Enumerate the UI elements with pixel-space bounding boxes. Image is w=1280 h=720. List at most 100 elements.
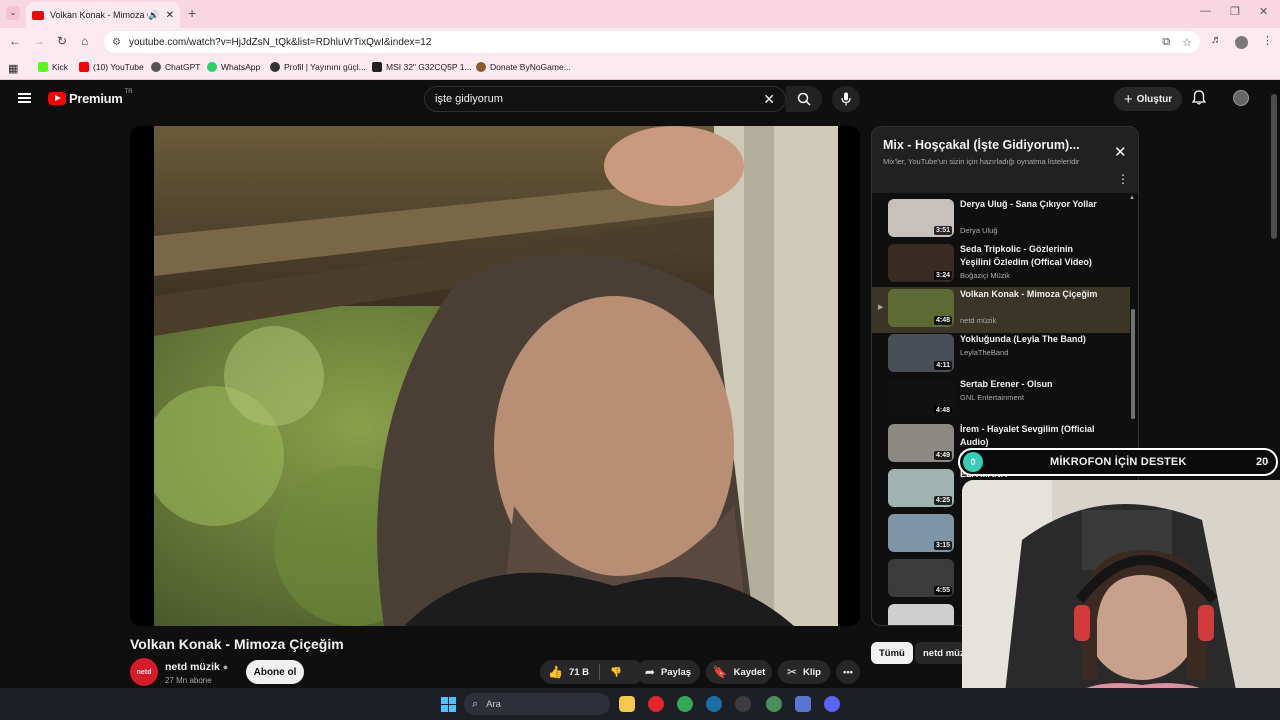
playlist-item-channel: GNL Entertainment [960, 393, 1024, 402]
playlist-thumbnail[interactable]: 3:24 [888, 244, 954, 282]
minimize-icon[interactable]: — [1200, 5, 1211, 17]
playlist-thumbnail[interactable]: 4:11 [888, 334, 954, 372]
bookmark-item[interactable]: Kick [38, 62, 68, 72]
playlist-item-title[interactable]: Sertab Erener - Olsun [960, 378, 1100, 391]
taskbar-chrome-active-icon[interactable] [766, 696, 782, 712]
speaker-icon[interactable]: 🔊 [148, 10, 159, 21]
apps-grid-icon[interactable]: ▦ [8, 62, 18, 75]
taskbar-steam-icon[interactable] [706, 696, 722, 712]
like-button[interactable]: 👍 71 B [548, 665, 589, 679]
playlist-item-channel: Derya Uluğ [960, 226, 998, 235]
taskbar-discord-icon[interactable] [824, 696, 840, 712]
reload-icon[interactable]: ↻ [57, 34, 67, 48]
playlist-thumbnail[interactable]: 4:55 [888, 559, 954, 597]
playlist-thumbnail[interactable]: 4:49 [888, 424, 954, 462]
close-playlist-icon[interactable]: ✕ [1114, 143, 1127, 161]
restore-icon[interactable]: ❐ [1230, 5, 1240, 18]
share-icon: ➦ [644, 665, 655, 679]
duration-badge: 4:25 [933, 496, 952, 505]
playlist-item[interactable]: 3:24 Seda Tripkolic - Gözlerinin Yeşilini… [872, 242, 1130, 288]
account-avatar[interactable] [1233, 90, 1249, 106]
msi-icon [372, 62, 382, 72]
bookmark-star-icon[interactable]: ☆ [1182, 36, 1192, 49]
video-still [154, 126, 838, 626]
video-frame[interactable] [154, 126, 838, 626]
close-window-icon[interactable]: ✕ [1259, 5, 1268, 18]
install-icon[interactable]: ⧉ [1162, 36, 1170, 49]
playlist-thumbnail[interactable]: 4:48 [888, 289, 954, 327]
donation-goal-banner: 0 MİKROFON İÇİN DESTEK 20 [958, 448, 1278, 476]
taskbar-obs-icon[interactable] [735, 696, 751, 712]
playlist-thumbnail[interactable]: 4:25 [888, 469, 954, 507]
tab-search-icon[interactable]: ⌄ [6, 6, 20, 20]
search-icon [797, 92, 811, 106]
playlist-item[interactable]: 3:51 Derya Uluğ - Sana Çıkıyor Yollar Dery… [872, 197, 1130, 243]
bookmarks-bar: ▦ Kick (10) YouTube ChatGPT WhatsApp Pro… [0, 56, 1280, 80]
dislike-button[interactable]: 👎 [610, 667, 622, 678]
playlist-item[interactable]: 4:48 Sertab Erener - Olsun GNL Entertainme… [872, 377, 1130, 423]
subscribe-button[interactable]: Abone ol [246, 660, 304, 684]
create-button[interactable]: + Oluştur [1114, 87, 1182, 111]
youtube-logo[interactable]: Premium TR [48, 89, 133, 106]
browser-menu-icon[interactable]: ⋮ [1262, 34, 1273, 47]
playlist-item[interactable]: ▶ 4:48 Volkan Konak - Mimoza Çiçeğim netd m… [872, 287, 1130, 333]
video-player[interactable] [130, 126, 860, 626]
playlist-thumbnail[interactable] [888, 604, 954, 625]
taskbar-opera-icon[interactable] [648, 696, 664, 712]
voice-search-button[interactable] [832, 86, 860, 112]
duration-badge: 4:48 [933, 406, 952, 415]
youtube-icon [79, 62, 89, 72]
close-tab-icon[interactable]: ✕ [166, 10, 174, 21]
channel-name[interactable]: netd müzik ● [165, 661, 228, 673]
back-icon[interactable]: ← [9, 34, 21, 48]
duration-badge: 4:49 [933, 451, 952, 460]
address-bar[interactable]: ⚙ youtube.com/watch?v=HjJdZsN_tQk&list=R… [104, 31, 1200, 53]
menu-icon[interactable] [18, 93, 31, 103]
bookmark-item[interactable]: MSI 32" G32CQ5P 1... [372, 62, 472, 72]
taskbar-explorer-icon[interactable] [619, 696, 635, 712]
playlist-item-title[interactable]: İrem - Hayalet Sevgilim (Official Audio) [960, 423, 1100, 449]
tab-title: Volkan Konak - Mimoza Çiç [50, 10, 148, 20]
channel-avatar[interactable]: netd [130, 658, 158, 686]
playlist-scrollbar[interactable] [1131, 309, 1135, 419]
playlist-menu-icon[interactable]: ⋮ [1117, 172, 1129, 186]
new-tab-icon[interactable]: + [188, 5, 196, 21]
taskbar-app-blue-icon[interactable] [795, 696, 811, 712]
start-icon[interactable] [441, 697, 456, 712]
taskbar-chrome-icon[interactable] [677, 696, 693, 712]
home-icon[interactable]: ⌂ [81, 34, 88, 48]
windows-taskbar: ⌕ Ara [0, 688, 1280, 720]
save-button[interactable]: 🔖 Kaydet [706, 660, 772, 684]
playlist-item-title[interactable]: Derya Uluğ - Sana Çıkıyor Yollar [960, 198, 1100, 211]
media-control-icon[interactable]: ♬ [1211, 34, 1222, 46]
chatgpt-icon [151, 62, 161, 72]
playlist-title[interactable]: Mix - Hoşçakal (İşte Gidiyorum)... [883, 138, 1080, 152]
search-button[interactable] [786, 86, 822, 112]
bookmark-item[interactable]: (10) YouTube [79, 62, 144, 72]
more-actions-button[interactable]: ••• [836, 660, 860, 684]
kick-icon [38, 62, 48, 72]
profile-avatar[interactable] [1235, 36, 1248, 49]
bookmark-item[interactable]: Profil | Yayınını güçl... [270, 62, 366, 72]
bookmark-item[interactable]: WhatsApp [207, 62, 260, 72]
share-button[interactable]: ➦ Paylaş [636, 660, 700, 684]
playlist-thumbnail[interactable]: 3:15 [888, 514, 954, 552]
site-info-icon[interactable]: ⚙ [112, 37, 121, 48]
notifications-icon[interactable] [1191, 90, 1207, 108]
playlist-item[interactable]: 4:11 Yokluğunda (Leyla The Band) LeylaTheB… [872, 332, 1130, 378]
clear-search-icon[interactable]: ✕ [763, 91, 775, 108]
chip-all[interactable]: Tümü [871, 642, 913, 664]
playlist-item-title[interactable]: Volkan Konak - Mimoza Çiçeğim [960, 288, 1100, 301]
playlist-item-title[interactable]: Seda Tripkolic - Gözlerinin Yeşilini Özl… [960, 243, 1100, 269]
bookmark-item[interactable]: Donate ByNoGame... [476, 62, 571, 72]
clip-button[interactable]: ✂ Klip [778, 660, 830, 684]
playlist-thumbnail[interactable]: 3:51 [888, 199, 954, 237]
page-scrollbar[interactable] [1271, 94, 1277, 239]
tab-active[interactable]: Volkan Konak - Mimoza Çiç 🔊 ✕ [26, 2, 180, 28]
search-input[interactable]: işte gidiyorum ✕ [424, 86, 786, 112]
playlist-item-title[interactable]: Yokluğunda (Leyla The Band) [960, 333, 1100, 346]
forward-icon[interactable]: → [33, 34, 45, 48]
playlist-thumbnail[interactable]: 4:48 [888, 379, 954, 417]
taskbar-search[interactable]: ⌕ Ara [464, 693, 610, 715]
bookmark-item[interactable]: ChatGPT [151, 62, 200, 72]
